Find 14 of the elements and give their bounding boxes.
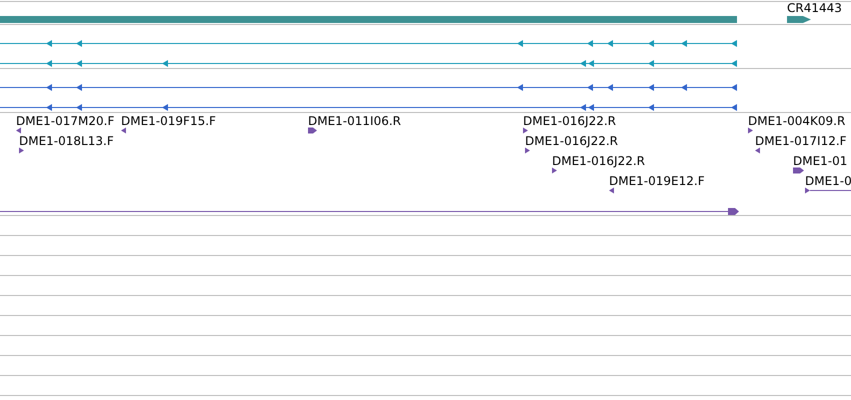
clone-label: DME1-019E12.F [609,174,705,188]
clone-label: DME1-016J22.R [525,134,618,148]
gene-label: CR41443 [787,1,842,15]
clone-label: DME1-01 [793,154,848,168]
clone-label: DME1-004K09.R [748,114,846,128]
gene-arrow-bar [787,16,811,23]
clone-label: DME1-011I06.R [308,114,402,128]
clone-label: DME1-0 [805,174,851,188]
clone-label: DME1-018L13.F [19,134,114,148]
clone-label: DME1-016J22.R [552,154,646,168]
clone-label: DME1-017M20.F [16,114,114,128]
clone-label: DME1-017I12.F [755,134,847,148]
clone-label: DME1-019F15.F [121,114,216,128]
clone-label: DME1-016J22.R [523,114,616,128]
